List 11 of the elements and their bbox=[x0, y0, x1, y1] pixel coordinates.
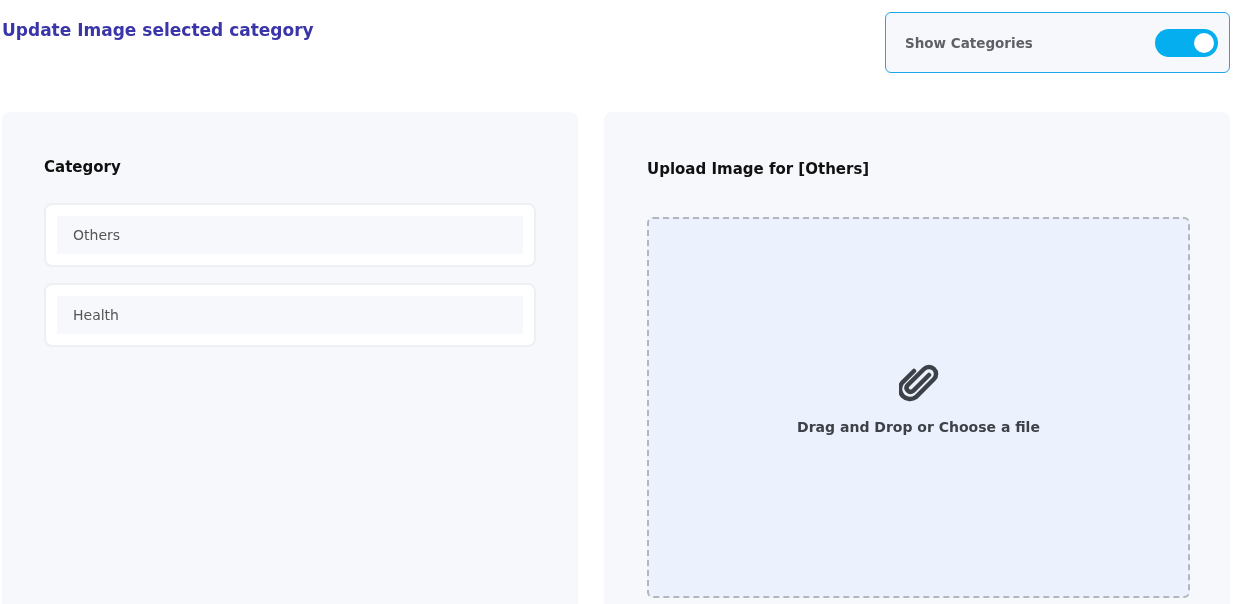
panel-heading: Category bbox=[44, 158, 122, 176]
toggle-switch[interactable] bbox=[1155, 28, 1218, 57]
category-item[interactable]: Health bbox=[44, 283, 536, 347]
page-title: Update Image selected category bbox=[2, 20, 314, 40]
dropzone[interactable]: Drag and Drop or Choose a file bbox=[647, 217, 1190, 598]
category-item[interactable]: Others bbox=[44, 203, 536, 267]
dropzone-text: Drag and Drop or Choose a file bbox=[797, 418, 1040, 435]
category-label: Others bbox=[57, 216, 523, 254]
toggle-label: Show Categories bbox=[905, 34, 1033, 51]
category-label: Health bbox=[57, 296, 523, 334]
panel-heading: Upload Image for [Others] bbox=[647, 160, 871, 178]
